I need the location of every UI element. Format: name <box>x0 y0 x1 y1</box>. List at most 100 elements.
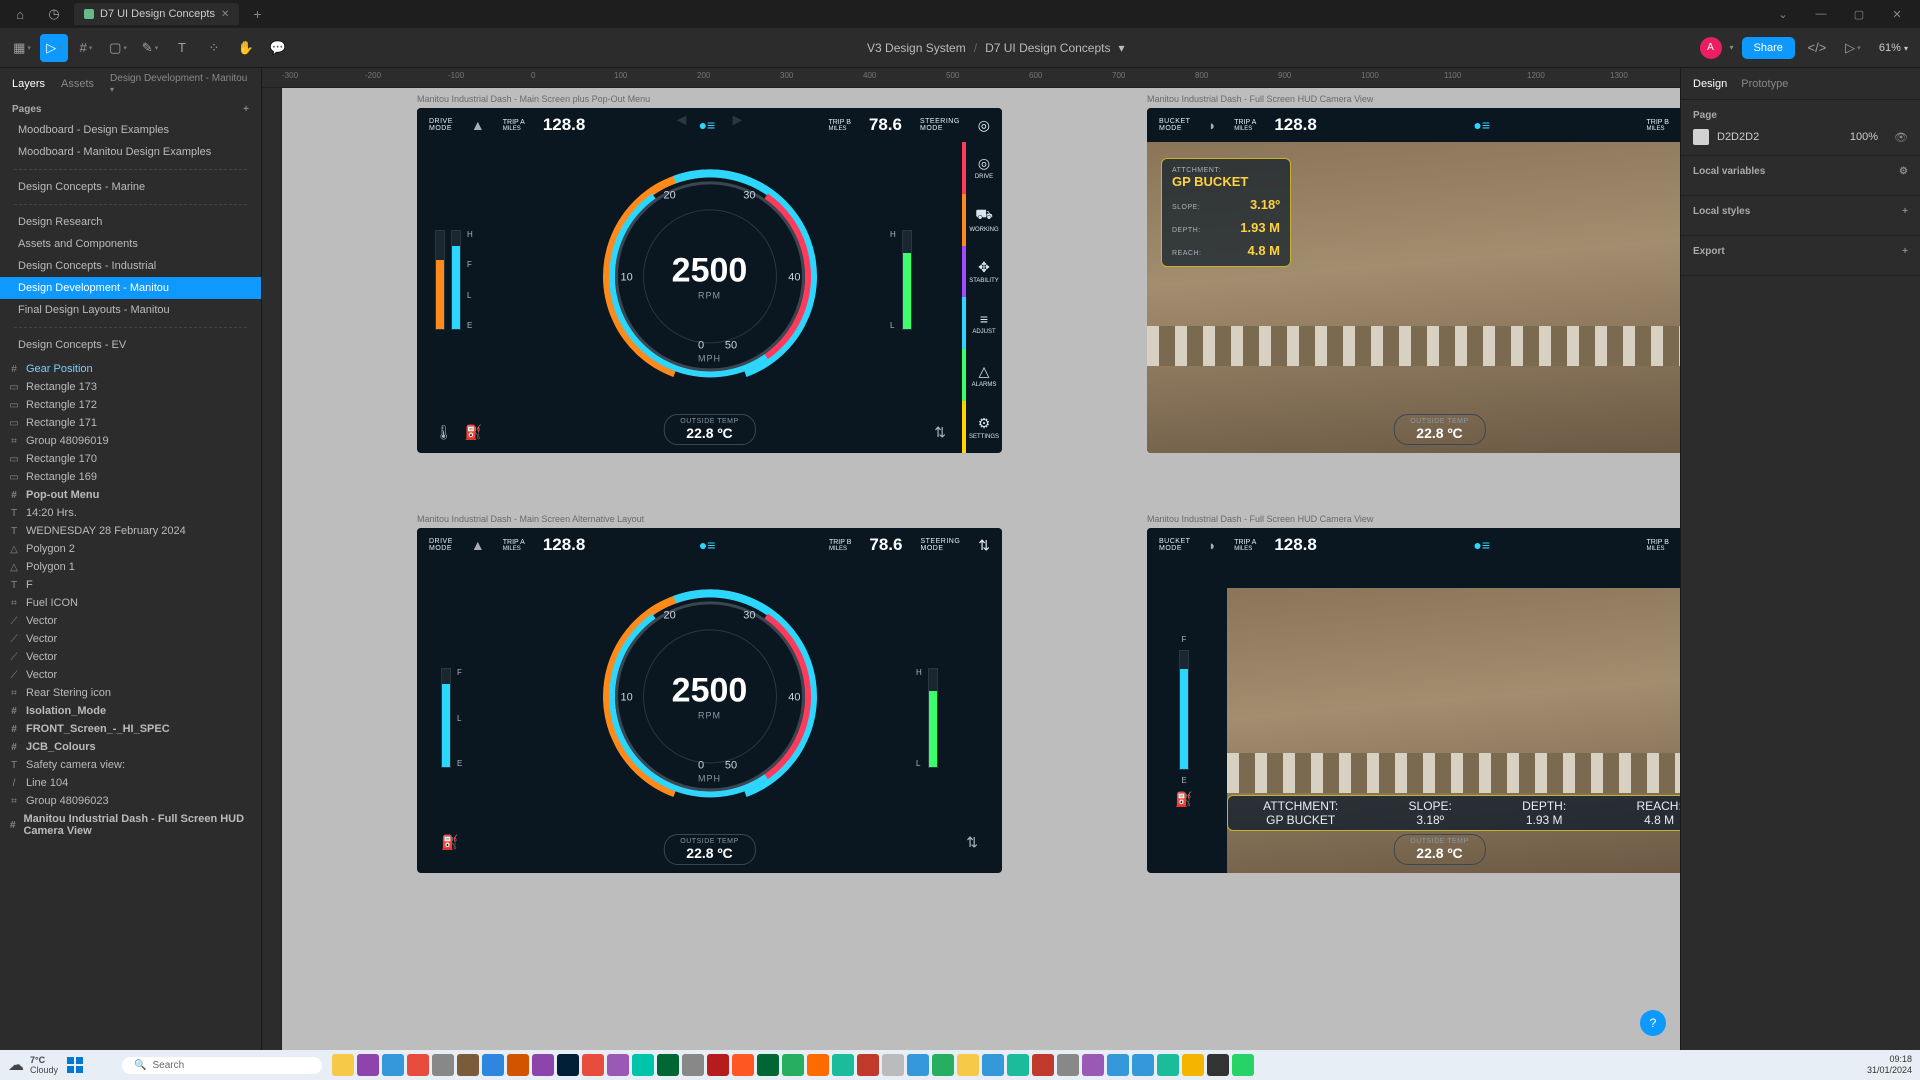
taskbar-app-icon[interactable] <box>532 1054 554 1076</box>
close-window-button[interactable]: ✕ <box>1880 2 1914 26</box>
page-item[interactable]: Design Concepts - Marine <box>0 176 261 198</box>
taskbar-app-icon[interactable] <box>682 1054 704 1076</box>
taskbar-app-icon[interactable] <box>982 1054 1004 1076</box>
help-fab[interactable]: ? <box>1640 1010 1666 1036</box>
side-menu-working[interactable]: ⛟WORKING <box>962 194 1002 246</box>
frame-title[interactable]: Manitou Industrial Dash - Main Screen pl… <box>417 94 650 104</box>
tab-design[interactable]: Design <box>1693 78 1727 90</box>
layer-item[interactable]: ▭Rectangle 171 <box>0 414 261 432</box>
chevron-down-icon[interactable]: ▾ <box>1730 43 1734 52</box>
side-menu-drive[interactable]: ◎DRIVE <box>962 142 1002 194</box>
shape-tool[interactable]: ▢▾ <box>104 34 132 62</box>
taskbar-app-icon[interactable] <box>382 1054 404 1076</box>
add-page-button[interactable]: + <box>243 104 249 115</box>
page-item[interactable]: Moodboard - Manitou Design Examples <box>0 141 261 163</box>
taskbar-app-icon[interactable] <box>407 1054 429 1076</box>
layer-item[interactable]: T14:20 Hrs. <box>0 504 261 522</box>
taskbar-app-icon[interactable] <box>1032 1054 1054 1076</box>
add-style-button[interactable]: + <box>1902 206 1908 217</box>
layer-item[interactable]: ⌗Rear Stering icon <box>0 684 261 702</box>
layer-item[interactable]: #JCB_Colours <box>0 738 261 756</box>
page-item[interactable]: Design Concepts - EV <box>0 334 261 356</box>
minimize-button[interactable]: — <box>1804 2 1838 26</box>
tab-prototype[interactable]: Prototype <box>1741 78 1788 90</box>
text-tool[interactable]: T <box>168 34 196 62</box>
frame-hud-camera-1[interactable]: Manitou Industrial Dash - Full Screen HU… <box>1147 108 1680 453</box>
menu-button[interactable]: ▦▾ <box>8 34 36 62</box>
tab-layers[interactable]: Layers <box>12 78 45 90</box>
taskbar-app-icon[interactable] <box>1082 1054 1104 1076</box>
tab-assets[interactable]: Assets <box>61 78 94 90</box>
frame-title[interactable]: Manitou Industrial Dash - Full Screen HU… <box>1147 514 1373 524</box>
home-icon[interactable]: ⌂ <box>6 0 34 28</box>
close-icon[interactable]: ✕ <box>221 9 229 20</box>
taskbar-app-icon[interactable] <box>482 1054 504 1076</box>
taskbar-app-icon[interactable] <box>857 1054 879 1076</box>
taskbar-app-icon[interactable] <box>1132 1054 1154 1076</box>
layer-item[interactable]: #FRONT_Screen_-_HI_SPEC <box>0 720 261 738</box>
windows-taskbar[interactable]: ☁ 7°CCloudy 🔍 Search 09:18 31/01/2024 <box>0 1050 1920 1080</box>
frame-tool[interactable]: #▾ <box>72 34 100 62</box>
layer-item[interactable]: ▭Rectangle 170 <box>0 450 261 468</box>
layer-item[interactable]: ⟋Vector <box>0 648 261 666</box>
page-item[interactable]: Moodboard - Design Examples <box>0 119 261 141</box>
taskbar-app-icon[interactable] <box>1107 1054 1129 1076</box>
page-item[interactable]: Design Concepts - Industrial <box>0 255 261 277</box>
layer-item[interactable]: ⌗Fuel ICON <box>0 594 261 612</box>
taskbar-app-icon[interactable] <box>1182 1054 1204 1076</box>
add-export-button[interactable]: + <box>1902 246 1908 257</box>
layer-item[interactable]: ▭Rectangle 169 <box>0 468 261 486</box>
search-input[interactable]: 🔍 Search <box>122 1057 322 1074</box>
side-menu-alarms[interactable]: △ALARMS <box>962 349 1002 401</box>
export-header[interactable]: Export <box>1693 246 1725 257</box>
taskbar-app-icon[interactable] <box>807 1054 829 1076</box>
taskbar-app-icon[interactable] <box>657 1054 679 1076</box>
taskbar-app-icon[interactable] <box>907 1054 929 1076</box>
layer-item[interactable]: ⟋Vector <box>0 666 261 684</box>
page-item[interactable]: Final Design Layouts - Manitou <box>0 299 261 321</box>
page-item[interactable]: Assets and Components <box>0 233 261 255</box>
layer-item[interactable]: #Manitou Industrial Dash - Full Screen H… <box>0 810 261 840</box>
variables-settings-icon[interactable]: ⚙ <box>1899 166 1908 177</box>
taskbar-app-icon[interactable] <box>882 1054 904 1076</box>
move-tool[interactable]: ▷▾ <box>40 34 68 62</box>
taskbar-app-icon[interactable] <box>957 1054 979 1076</box>
document-tab[interactable]: D7 UI Design Concepts ✕ <box>74 3 239 25</box>
comment-tool[interactable]: 💬 <box>264 34 292 62</box>
page-item[interactable]: Design Research <box>0 211 261 233</box>
taskbar-app-icon[interactable] <box>507 1054 529 1076</box>
page-path[interactable]: Design Development - Manitou ▾ <box>110 73 249 95</box>
taskbar-app-icon[interactable] <box>1232 1054 1254 1076</box>
layer-item[interactable]: TF <box>0 576 261 594</box>
side-menu-stability[interactable]: ✥STABILITY <box>962 246 1002 298</box>
taskbar-app-icon[interactable] <box>732 1054 754 1076</box>
layer-item[interactable]: /Line 104 <box>0 774 261 792</box>
local-variables-header[interactable]: Local variables <box>1693 166 1765 177</box>
maximize-button[interactable]: ▢ <box>1842 2 1876 26</box>
layer-item[interactable]: ▭Rectangle 173 <box>0 378 261 396</box>
side-menu-settings[interactable]: ⚙SETTINGS <box>962 401 1002 453</box>
new-tab-button[interactable]: + <box>245 6 269 22</box>
taskbar-app-icon[interactable] <box>782 1054 804 1076</box>
taskbar-app-icon[interactable] <box>582 1054 604 1076</box>
recent-icon[interactable]: ◷ <box>40 0 68 28</box>
taskbar-app-icon[interactable] <box>1007 1054 1029 1076</box>
taskbar-app-icon[interactable] <box>832 1054 854 1076</box>
layer-item[interactable]: TSafety camera view: <box>0 756 261 774</box>
dev-mode-button[interactable]: </> <box>1803 34 1831 62</box>
canvas[interactable]: -300-200-1000100200300400500600700800900… <box>262 68 1680 1050</box>
taskbar-app-icon[interactable] <box>557 1054 579 1076</box>
visibility-icon[interactable]: 👁 <box>1894 131 1908 144</box>
weather-widget[interactable]: ☁ 7°CCloudy <box>8 1055 58 1075</box>
resources-tool[interactable]: ⁘ <box>200 34 228 62</box>
taskbar-app-icon[interactable] <box>932 1054 954 1076</box>
taskbar-app-icon[interactable] <box>357 1054 379 1076</box>
taskbar-app-icon[interactable] <box>632 1054 654 1076</box>
bg-opacity[interactable]: 100% <box>1850 131 1878 143</box>
frame-main-popout[interactable]: Manitou Industrial Dash - Main Screen pl… <box>417 108 1002 453</box>
layer-item[interactable]: ⟋Vector <box>0 630 261 648</box>
layer-item[interactable]: ⟋Vector <box>0 612 261 630</box>
taskbar-app-icon[interactable] <box>1057 1054 1079 1076</box>
frame-title[interactable]: Manitou Industrial Dash - Main Screen Al… <box>417 514 644 524</box>
layer-item[interactable]: △Polygon 1 <box>0 558 261 576</box>
